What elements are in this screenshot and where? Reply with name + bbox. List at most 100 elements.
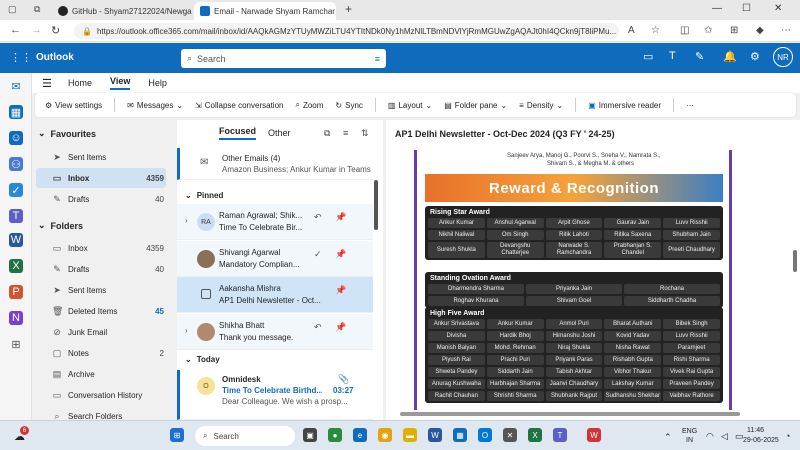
minimize-button[interactable]: — — [712, 3, 722, 14]
gear-icon[interactable]: ⚙ — [750, 50, 760, 63]
notifications-icon[interactable]: ◔ — [785, 431, 790, 441]
collections-icon[interactable]: ⊞ — [730, 25, 738, 36]
people-icon[interactable]: ☺ — [9, 131, 23, 145]
search-box[interactable]: ⌕ Search ≡ — [181, 49, 386, 68]
excel-icon[interactable]: X — [9, 259, 23, 273]
message-item[interactable]: › Shikha Bhatt Thank you message. ↶ 📌 — [177, 314, 373, 350]
chevron-right-icon[interactable]: › — [185, 216, 188, 225]
pin-icon[interactable]: 📌 — [335, 249, 346, 260]
app-icon[interactable]: ✕ — [503, 428, 517, 442]
groups-icon[interactable]: ⚇ — [9, 157, 23, 171]
chevron-right-icon[interactable]: › — [185, 326, 188, 335]
avatar[interactable]: NR — [773, 47, 793, 67]
tab-home[interactable]: Home — [68, 78, 92, 88]
collapse-conversation-button[interactable]: ⇲ Collapse conversation — [195, 101, 283, 110]
horizontal-scrollbar[interactable] — [400, 412, 740, 416]
other-emails-item[interactable]: ✉ Other Emails (4) Amazon Business; Anku… — [177, 148, 373, 180]
folder-pane-button[interactable]: ▤ Folder pane ⌄ — [444, 101, 507, 110]
volume-icon[interactable]: ◁ — [721, 431, 728, 442]
wifi-icon[interactable]: ◠ — [706, 431, 714, 442]
folder-drafts[interactable]: ✎ Drafts 40 — [36, 259, 166, 279]
message-item[interactable]: › RA Raman Agrawal; Shik... Time To Cele… — [177, 204, 373, 240]
sort-icon[interactable]: ⇅ — [361, 128, 369, 139]
message-item-selected[interactable]: Aakansha Mishra AP1 Delhi Newsletter - O… — [177, 277, 373, 313]
windows-start-icon[interactable]: ⊞ — [170, 428, 184, 442]
folder-conversation-history[interactable]: ▭ Conversation History — [36, 385, 166, 405]
folders-header[interactable]: ⌄ Folders — [38, 220, 83, 231]
favourite-sent-items[interactable]: ➤ Sent Items — [36, 147, 166, 167]
word-taskbar-icon[interactable]: W — [428, 428, 442, 442]
layout-button[interactable]: ▥ Layout ⌄ — [388, 101, 432, 110]
folder-inbox[interactable]: ▭ Inbox 4359 — [36, 238, 166, 258]
folder-search-folders[interactable]: ⌕ Search Folders — [36, 406, 166, 421]
taskbar-search[interactable]: ⌕ Search — [195, 426, 295, 446]
tab-collection-icon[interactable]: ⧉ — [34, 4, 40, 15]
region-indicator[interactable]: IN — [686, 437, 693, 444]
tab-help[interactable]: Help — [148, 78, 167, 88]
folder-sent-items[interactable]: ➤ Sent Items — [36, 280, 166, 300]
favorites-icon[interactable]: ✩ — [704, 25, 712, 36]
tray-chevron-icon[interactable]: ⌃ — [664, 432, 672, 443]
notes-icon[interactable]: ✎ — [695, 50, 704, 63]
mail-icon[interactable]: ✉ — [9, 79, 23, 93]
read-aloud-icon[interactable]: A — [628, 25, 635, 36]
app-launcher-icon[interactable]: ⋮⋮ — [10, 51, 32, 64]
bell-icon[interactable]: 🔔 — [723, 50, 737, 63]
url-field[interactable]: 🔒 https://outlook.office365.com/mail/inb… — [74, 23, 619, 39]
view-settings-button[interactable]: ⚙ View settings — [45, 101, 102, 110]
more-options-button[interactable]: ··· — [686, 101, 694, 110]
new-tab-button[interactable]: + — [345, 2, 352, 16]
onenote-icon[interactable]: N — [9, 311, 23, 325]
wps-icon[interactable]: W — [587, 428, 601, 442]
tab-outlook[interactable]: Email - Narwade Shyam Ramchar ✕ — [194, 2, 336, 20]
store-icon[interactable]: ▦ — [453, 428, 467, 442]
message-list-scrollbar[interactable] — [374, 180, 378, 230]
refresh-icon[interactable]: ↻ — [51, 24, 60, 37]
messages-button[interactable]: ✉ Messages ⌄ — [127, 101, 183, 110]
zoom-button[interactable]: ⌕ Zoom — [295, 100, 323, 110]
search-filter-icon[interactable]: ≡ — [375, 54, 380, 64]
favorite-icon[interactable]: ☆ — [651, 25, 660, 36]
filter-icon[interactable]: ≡ — [343, 128, 348, 138]
today-group-header[interactable]: ⌄ Today — [177, 350, 373, 368]
tab-other[interactable]: Other — [268, 128, 291, 138]
app-name[interactable]: Outlook — [36, 52, 74, 63]
folder-notes[interactable]: ▢ Notes 2 — [36, 343, 166, 363]
hamburger-icon[interactable]: ☰ — [42, 77, 52, 90]
pinned-group-header[interactable]: ⌄ Pinned — [177, 186, 373, 204]
sync-button[interactable]: ↻ Sync — [335, 101, 363, 110]
edge-icon[interactable]: e — [353, 428, 367, 442]
word-icon[interactable]: W — [9, 233, 23, 247]
pin-icon[interactable]: 📌 — [335, 212, 346, 223]
pin-icon[interactable]: 📌 — [335, 322, 346, 333]
pin-icon[interactable]: 📌 — [335, 285, 346, 296]
tab-view[interactable]: View — [110, 76, 131, 90]
reading-pane-scrollbar[interactable] — [793, 250, 797, 272]
copilot-icon[interactable]: ◆ — [756, 25, 764, 36]
favourite-drafts[interactable]: ✎ Drafts 40 — [36, 189, 166, 209]
clock-date[interactable]: 29-06-2025 — [743, 437, 779, 444]
teams-app-icon[interactable]: T — [9, 209, 23, 223]
reply-icon[interactable]: ↶ — [314, 322, 322, 333]
todo-icon[interactable]: ✓ — [9, 183, 23, 197]
meet-now-icon[interactable]: ▭ — [643, 50, 653, 63]
split-screen-icon[interactable]: ◫ — [680, 25, 689, 36]
close-window-button[interactable]: ✕ — [774, 3, 782, 14]
density-button[interactable]: ≡ Density ⌄ — [519, 101, 563, 110]
task-view-icon[interactable]: ▣ — [303, 428, 317, 442]
immersive-reader-button[interactable]: ▣ Immersive reader — [588, 101, 661, 110]
maximize-button[interactable]: ☐ — [742, 3, 751, 14]
outlook-taskbar-icon[interactable]: O — [478, 428, 492, 442]
calendar-icon[interactable]: ▦ — [9, 105, 23, 119]
select-checkbox[interactable] — [201, 289, 211, 299]
file-explorer-icon[interactable]: ▬ — [403, 428, 417, 442]
favourite-inbox[interactable]: ▭ Inbox 4359 — [36, 168, 166, 188]
tab-actions-icon[interactable]: ▢ — [8, 4, 17, 15]
message-item[interactable]: Shivangi Agarwal Mandatory Complian... ✓… — [177, 241, 373, 277]
reply-icon[interactable]: ↶ — [314, 212, 322, 223]
message-item-unread[interactable]: O Omnidesk 📎 Time To Celebrate Birthd...… — [177, 370, 373, 420]
more-icon[interactable]: ⋯ — [781, 25, 791, 36]
excel-taskbar-icon[interactable]: X — [528, 428, 542, 442]
teams-taskbar-icon[interactable]: T — [553, 428, 567, 442]
chrome-icon[interactable]: ◉ — [378, 428, 392, 442]
